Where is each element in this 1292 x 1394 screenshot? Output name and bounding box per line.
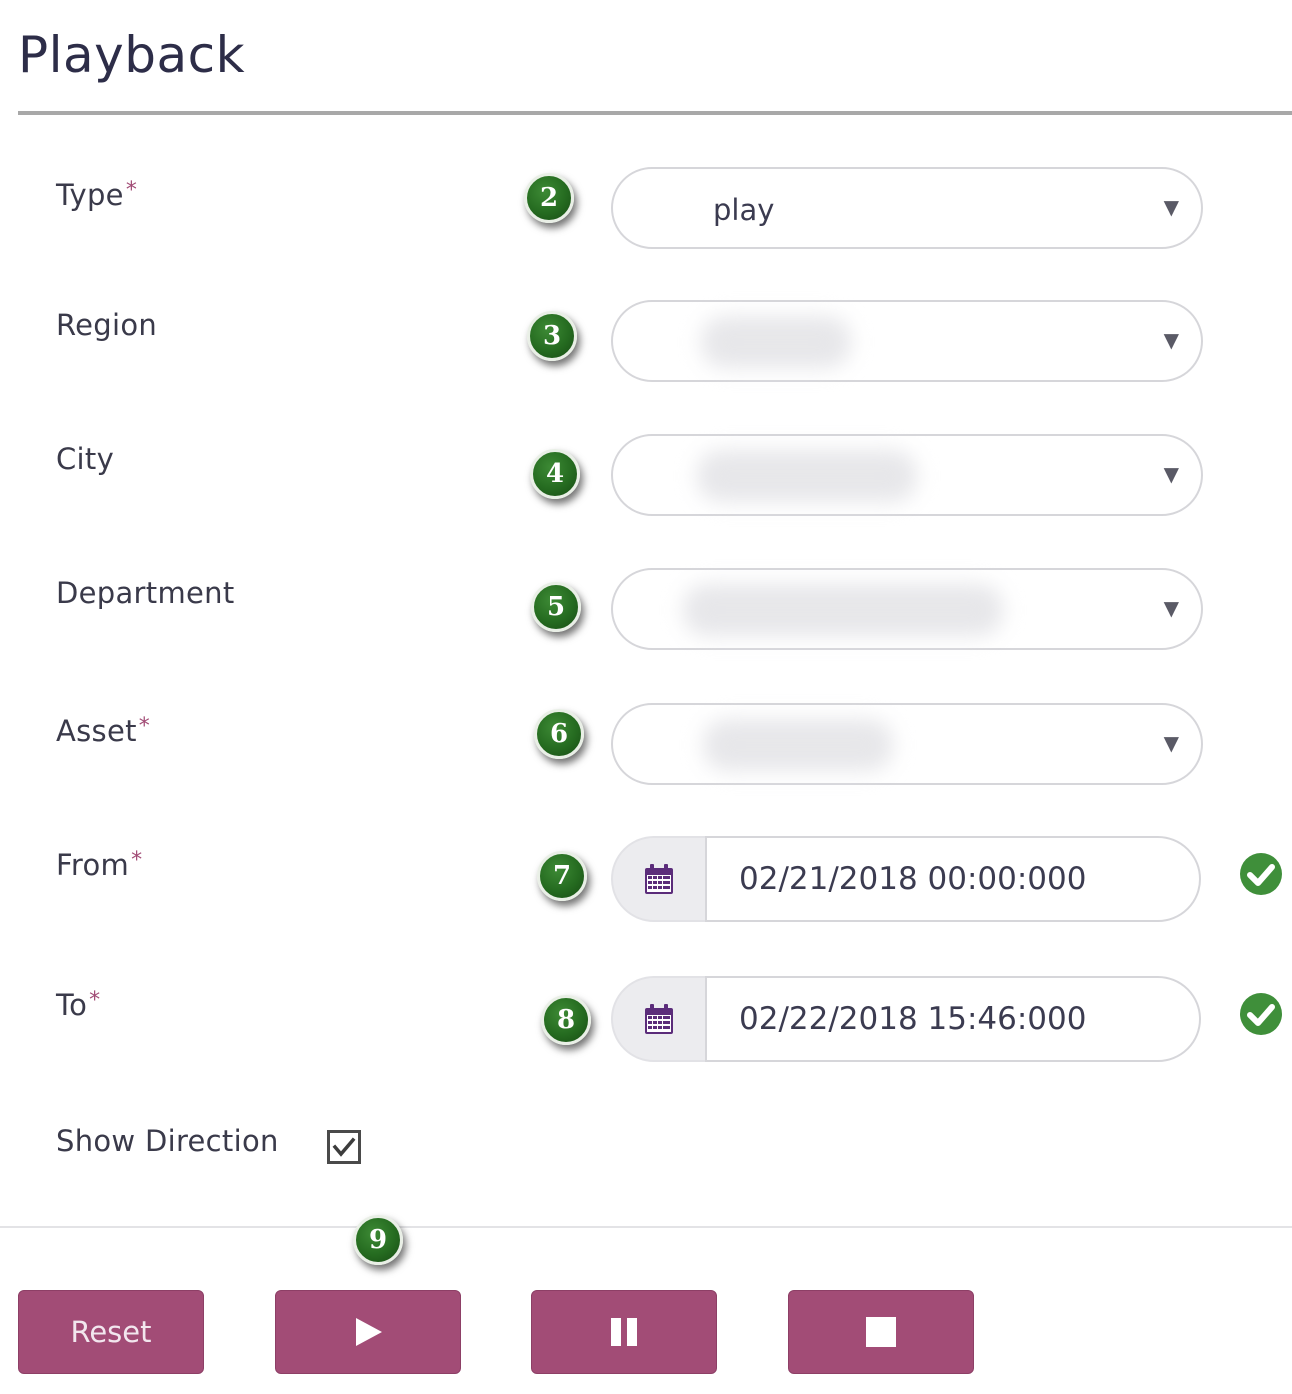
play-icon: [356, 1318, 382, 1346]
region-label: Region: [56, 308, 158, 342]
from-date-group: 02/21/2018 00:00:000: [611, 836, 1201, 922]
department-select[interactable]: ▼: [611, 568, 1203, 650]
city-label: City: [56, 442, 115, 476]
required-mark: *: [138, 714, 151, 739]
pause-button[interactable]: [531, 1290, 717, 1374]
play-button[interactable]: [275, 1290, 461, 1374]
redacted-value: [697, 450, 917, 502]
step-badge-3: 3: [527, 311, 577, 361]
step-badge-6: 6: [534, 709, 584, 759]
city-select[interactable]: ▼: [611, 434, 1203, 516]
page-title: Playback: [18, 26, 246, 84]
department-label: Department: [56, 576, 235, 610]
show-direction-label: Show Direction: [56, 1124, 279, 1158]
step-badge-8: 8: [541, 995, 591, 1045]
step-badge-2: 2: [524, 173, 574, 223]
from-calendar-button[interactable]: [611, 836, 707, 922]
required-mark: *: [89, 988, 101, 1013]
reset-button-label: Reset: [70, 1315, 152, 1349]
caret-down-icon: ▼: [1163, 731, 1179, 755]
asset-label-row: Asset*: [56, 714, 150, 748]
redacted-value: [683, 584, 1003, 636]
to-date-group: 02/22/2018 15:46:000: [611, 976, 1201, 1062]
to-calendar-button[interactable]: [611, 976, 707, 1062]
type-label: Type: [56, 178, 124, 212]
from-label-row: From*: [56, 848, 142, 882]
type-select-value: play: [713, 193, 775, 227]
to-label: To: [56, 988, 88, 1022]
required-mark: *: [125, 178, 138, 203]
from-date-input[interactable]: 02/21/2018 00:00:000: [705, 836, 1201, 922]
from-label: From: [56, 848, 130, 882]
title-divider: [18, 111, 1292, 115]
step-badge-7: 7: [537, 851, 587, 901]
asset-select[interactable]: ▼: [611, 703, 1203, 785]
type-select[interactable]: play ▼: [611, 167, 1203, 249]
required-mark: *: [131, 848, 143, 873]
caret-down-icon: ▼: [1163, 195, 1179, 219]
checkmark-icon: [332, 1137, 356, 1157]
asset-label: Asset: [56, 714, 137, 748]
calendar-icon: [645, 1004, 673, 1034]
caret-down-icon: ▼: [1163, 328, 1179, 352]
pause-icon: [611, 1318, 637, 1346]
controls-divider: [0, 1226, 1292, 1228]
valid-check-icon: [1240, 993, 1282, 1035]
valid-check-icon: [1240, 853, 1282, 895]
caret-down-icon: ▼: [1163, 596, 1179, 620]
type-label-row: Type*: [56, 178, 137, 212]
redacted-value: [703, 719, 893, 771]
step-badge-4: 4: [530, 449, 580, 499]
caret-down-icon: ▼: [1163, 462, 1179, 486]
show-direction-checkbox[interactable]: [327, 1130, 361, 1164]
redacted-value: [701, 316, 851, 368]
stop-button[interactable]: [788, 1290, 974, 1374]
region-select[interactable]: ▼: [611, 300, 1203, 382]
step-badge-5: 5: [531, 582, 581, 632]
to-date-input[interactable]: 02/22/2018 15:46:000: [705, 976, 1201, 1062]
calendar-icon: [645, 864, 673, 894]
step-badge-9: 9: [353, 1215, 403, 1265]
stop-icon: [866, 1317, 896, 1347]
reset-button[interactable]: Reset: [18, 1290, 204, 1374]
to-label-row: To*: [56, 988, 100, 1022]
